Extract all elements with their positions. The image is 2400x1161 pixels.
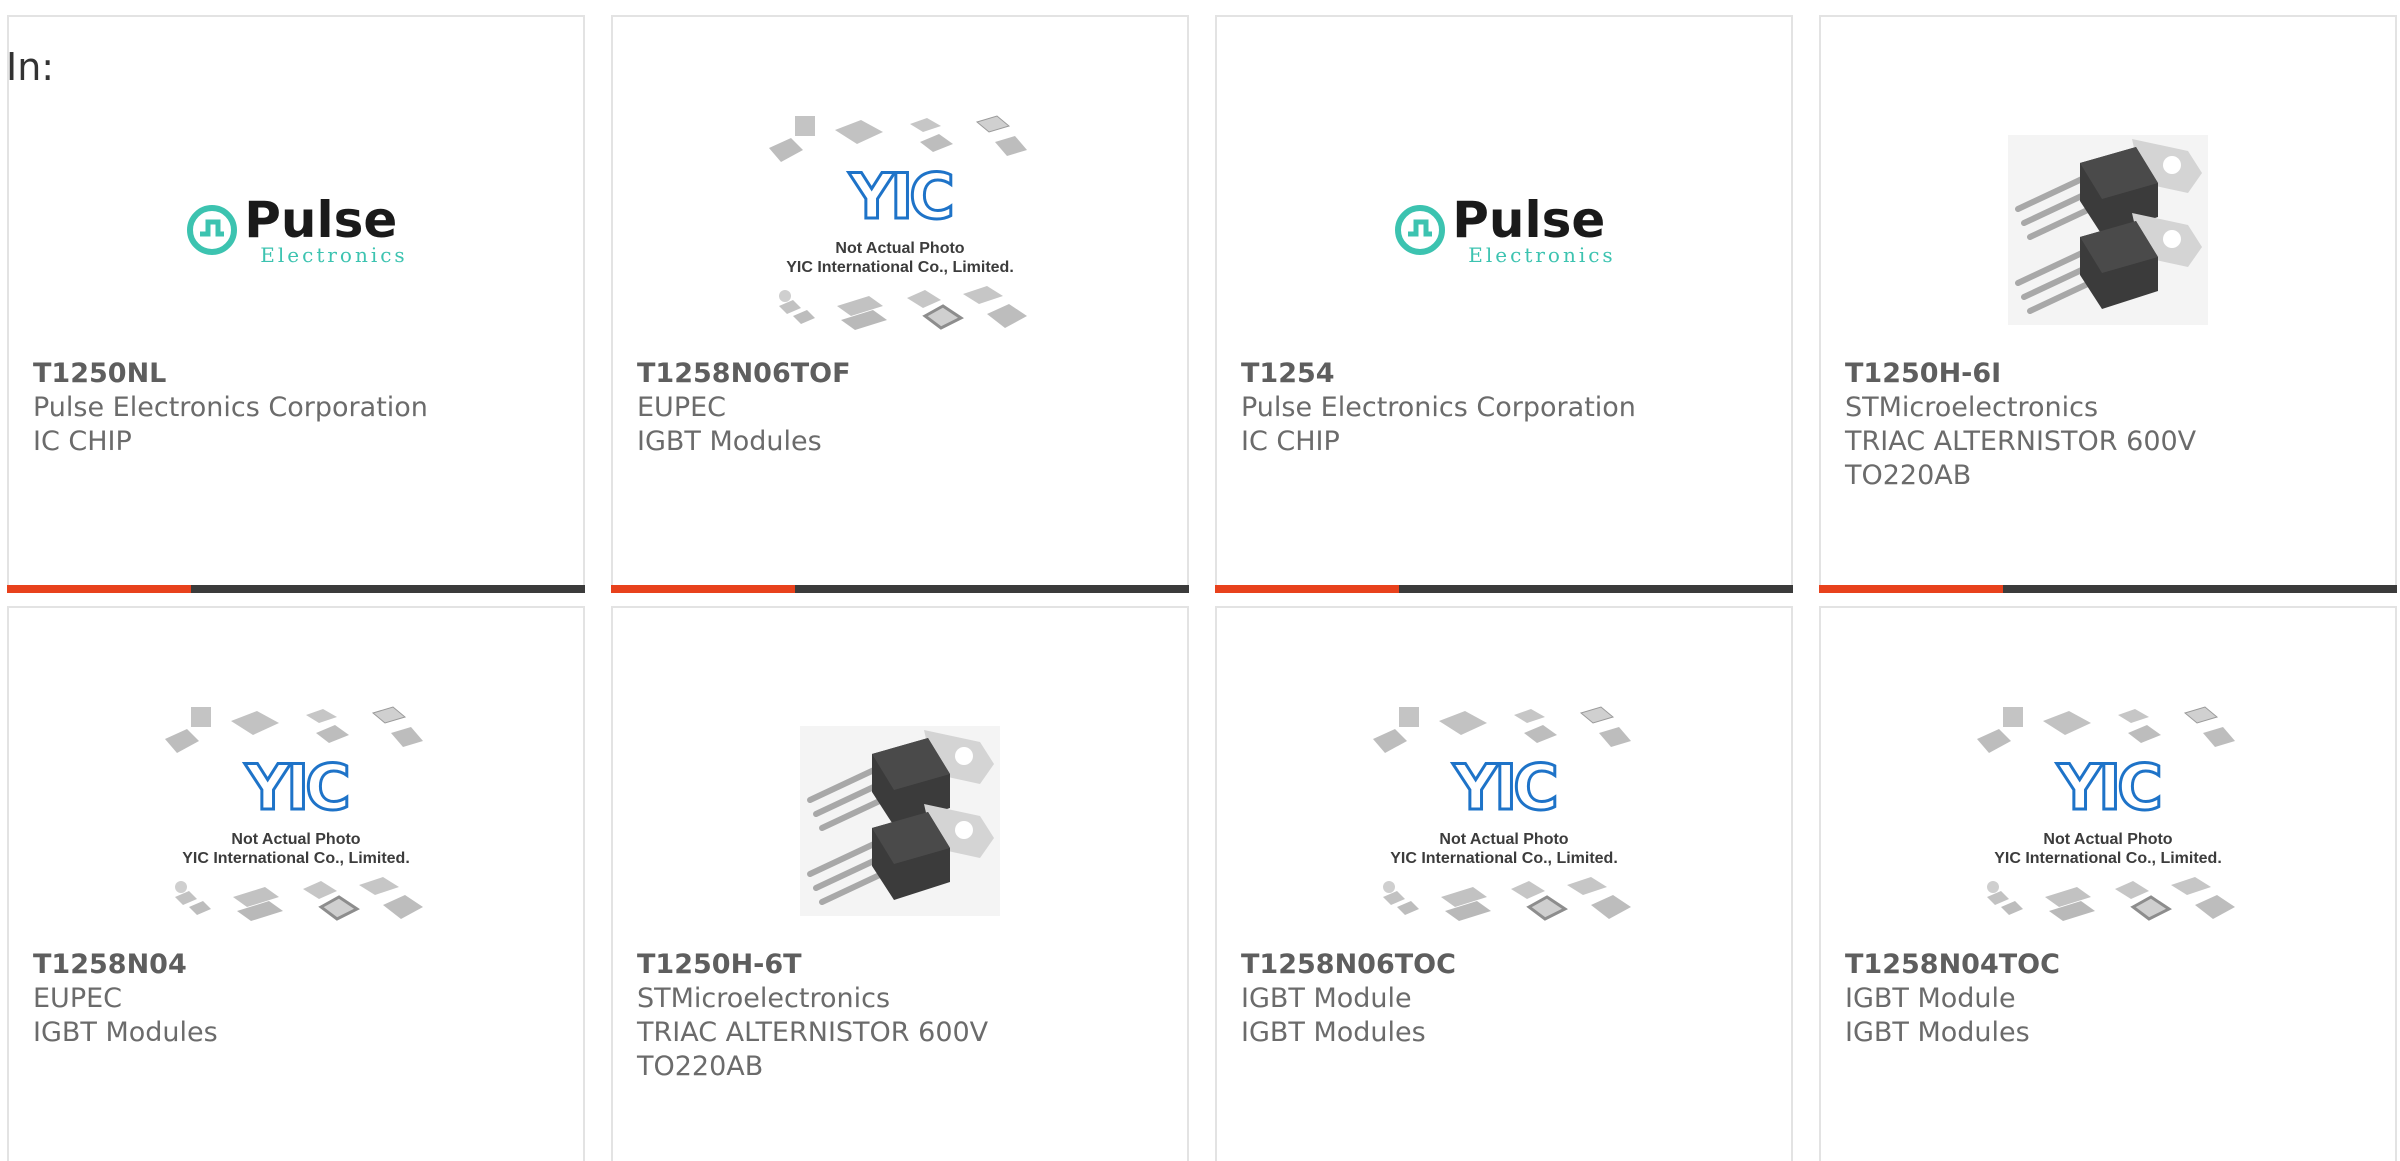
product-part-number[interactable]: T1250H-6T (637, 948, 1167, 982)
product-image[interactable] (1821, 95, 2395, 365)
product-card[interactable]: Pulse Electronics T1250NL Pulse Electron… (7, 15, 585, 593)
triac-to220-icon (807, 730, 994, 905)
product-manufacturer: Pulse Electronics Corporation (1241, 392, 1636, 423)
pulse-logo-word: Pulse (244, 191, 398, 249)
product-description: IC CHIP (1241, 426, 1340, 457)
product-card[interactable]: YIC Not Actual Photo YIC International C… (1215, 606, 1793, 1161)
not-actual-photo-placeholder: YIC Not Actual Photo YIC International C… (161, 701, 431, 941)
product-description: TO220AB (637, 1051, 764, 1082)
product-description: IGBT Modules (33, 1017, 218, 1048)
pulse-mark-icon (1395, 205, 1446, 255)
pulse-logo-sub: Electronics (260, 243, 408, 267)
not-actual-photo-placeholder: YIC Not Actual Photo YIC International C… (765, 110, 1035, 350)
product-card[interactable]: Pulse Electronics T1254 Pulse Electronic… (1215, 15, 1793, 593)
product-description: TO220AB (1845, 460, 1972, 491)
card-accent-bar (7, 585, 191, 593)
pulse-electronics-logo: Pulse Electronics (1392, 195, 1615, 265)
product-manufacturer: STMicroelectronics (1845, 392, 2099, 423)
to220-package-photo (2008, 135, 2208, 325)
product-part-number[interactable]: T1254 (1241, 357, 1771, 391)
product-info: T1258N06TOC IGBT Module IGBT Modules (1241, 948, 1771, 1050)
pulse-logo-word: Pulse (1452, 191, 1606, 249)
product-card[interactable]: YIC Not Actual Photo YIC International C… (1819, 606, 2397, 1161)
product-info: T1250H-6T STMicroelectronics TRIAC ALTER… (637, 948, 1167, 1084)
product-info: T1254 Pulse Electronics Corporation IC C… (1241, 357, 1771, 459)
product-image[interactable]: YIC Not Actual Photo YIC International C… (1821, 686, 2395, 956)
product-part-number[interactable]: T1258N04 (33, 948, 563, 982)
product-description: TRIAC ALTERNISTOR 600V (637, 1017, 989, 1048)
card-accent-bar (1819, 585, 2003, 593)
filter-label: In: (6, 45, 55, 89)
product-manufacturer: EUPEC (33, 983, 123, 1014)
product-image[interactable]: Pulse Electronics (1217, 95, 1791, 365)
yic-company-text: YIC International Co., Limited. (786, 259, 1014, 276)
pulse-electronics-logo: Pulse Electronics (184, 195, 407, 265)
card-bottom-bar (7, 585, 585, 593)
product-part-number[interactable]: T1258N04TOC (1845, 948, 2375, 982)
not-actual-photo-text: Not Actual Photo (2043, 831, 2173, 848)
product-part-number[interactable]: T1258N06TOC (1241, 948, 1771, 982)
card-bottom-bar (611, 585, 1189, 593)
product-info: T1258N04TOC IGBT Module IGBT Modules (1845, 948, 2375, 1050)
product-manufacturer: Pulse Electronics Corporation (33, 392, 428, 423)
product-image[interactable]: YIC Not Actual Photo YIC International C… (9, 686, 583, 956)
pulse-mark-icon (187, 205, 238, 255)
not-actual-photo-placeholder: YIC Not Actual Photo YIC International C… (1369, 701, 1639, 941)
yic-company-text: YIC International Co., Limited. (1994, 850, 2222, 867)
not-actual-photo-text: Not Actual Photo (1439, 831, 1569, 848)
not-actual-photo-text: Not Actual Photo (231, 831, 361, 848)
product-info: T1250NL Pulse Electronics Corporation IC… (33, 357, 563, 459)
product-manufacturer: EUPEC (637, 392, 727, 423)
product-info: T1258N04 EUPEC IGBT Modules (33, 948, 563, 1050)
card-bottom-bar (1215, 585, 1793, 593)
yic-logo-icon: YIC (2056, 751, 2164, 824)
product-description: TRIAC ALTERNISTOR 600V (1845, 426, 2197, 457)
card-accent-bar (611, 585, 795, 593)
yic-company-text: YIC International Co., Limited. (182, 850, 410, 867)
product-grid-page: Pulse Electronics T1250NL Pulse Electron… (0, 0, 2400, 1161)
product-image[interactable]: YIC Not Actual Photo YIC International C… (613, 95, 1187, 365)
not-actual-photo-placeholder: YIC Not Actual Photo YIC International C… (1973, 701, 2243, 941)
not-actual-photo-text: Not Actual Photo (835, 240, 965, 257)
pulse-logo-sub: Electronics (1468, 243, 1616, 267)
product-description: IC CHIP (33, 426, 132, 457)
product-image[interactable]: Pulse Electronics (9, 95, 583, 365)
yic-logo-icon: YIC (848, 160, 956, 233)
product-manufacturer: IGBT Module (1241, 983, 1412, 1014)
product-description: IGBT Modules (637, 426, 822, 457)
yic-logo-icon: YIC (244, 751, 352, 824)
yic-company-text: YIC International Co., Limited. (1390, 850, 1618, 867)
product-card[interactable]: T1250H-6I STMicroelectronics TRIAC ALTER… (1819, 15, 2397, 593)
card-accent-bar (1215, 585, 1399, 593)
product-card[interactable]: YIC Not Actual Photo YIC International C… (611, 15, 1189, 593)
triac-to220-icon (2015, 139, 2202, 314)
product-image[interactable] (613, 686, 1187, 956)
product-info: T1258N06TOF EUPEC IGBT Modules (637, 357, 1167, 459)
product-image[interactable]: YIC Not Actual Photo YIC International C… (1217, 686, 1791, 956)
product-part-number[interactable]: T1250NL (33, 357, 563, 391)
product-description: IGBT Modules (1241, 1017, 1426, 1048)
product-manufacturer: STMicroelectronics (637, 983, 891, 1014)
to220-package-photo (800, 726, 1000, 916)
product-card[interactable]: YIC Not Actual Photo YIC International C… (7, 606, 585, 1161)
product-part-number[interactable]: T1258N06TOF (637, 357, 1167, 391)
product-part-number[interactable]: T1250H-6I (1845, 357, 2375, 391)
product-description: IGBT Modules (1845, 1017, 2030, 1048)
yic-logo-icon: YIC (1452, 751, 1560, 824)
card-bottom-bar (1819, 585, 2397, 593)
product-manufacturer: IGBT Module (1845, 983, 2016, 1014)
product-card[interactable]: T1250H-6T STMicroelectronics TRIAC ALTER… (611, 606, 1189, 1161)
product-info: T1250H-6I STMicroelectronics TRIAC ALTER… (1845, 357, 2375, 493)
